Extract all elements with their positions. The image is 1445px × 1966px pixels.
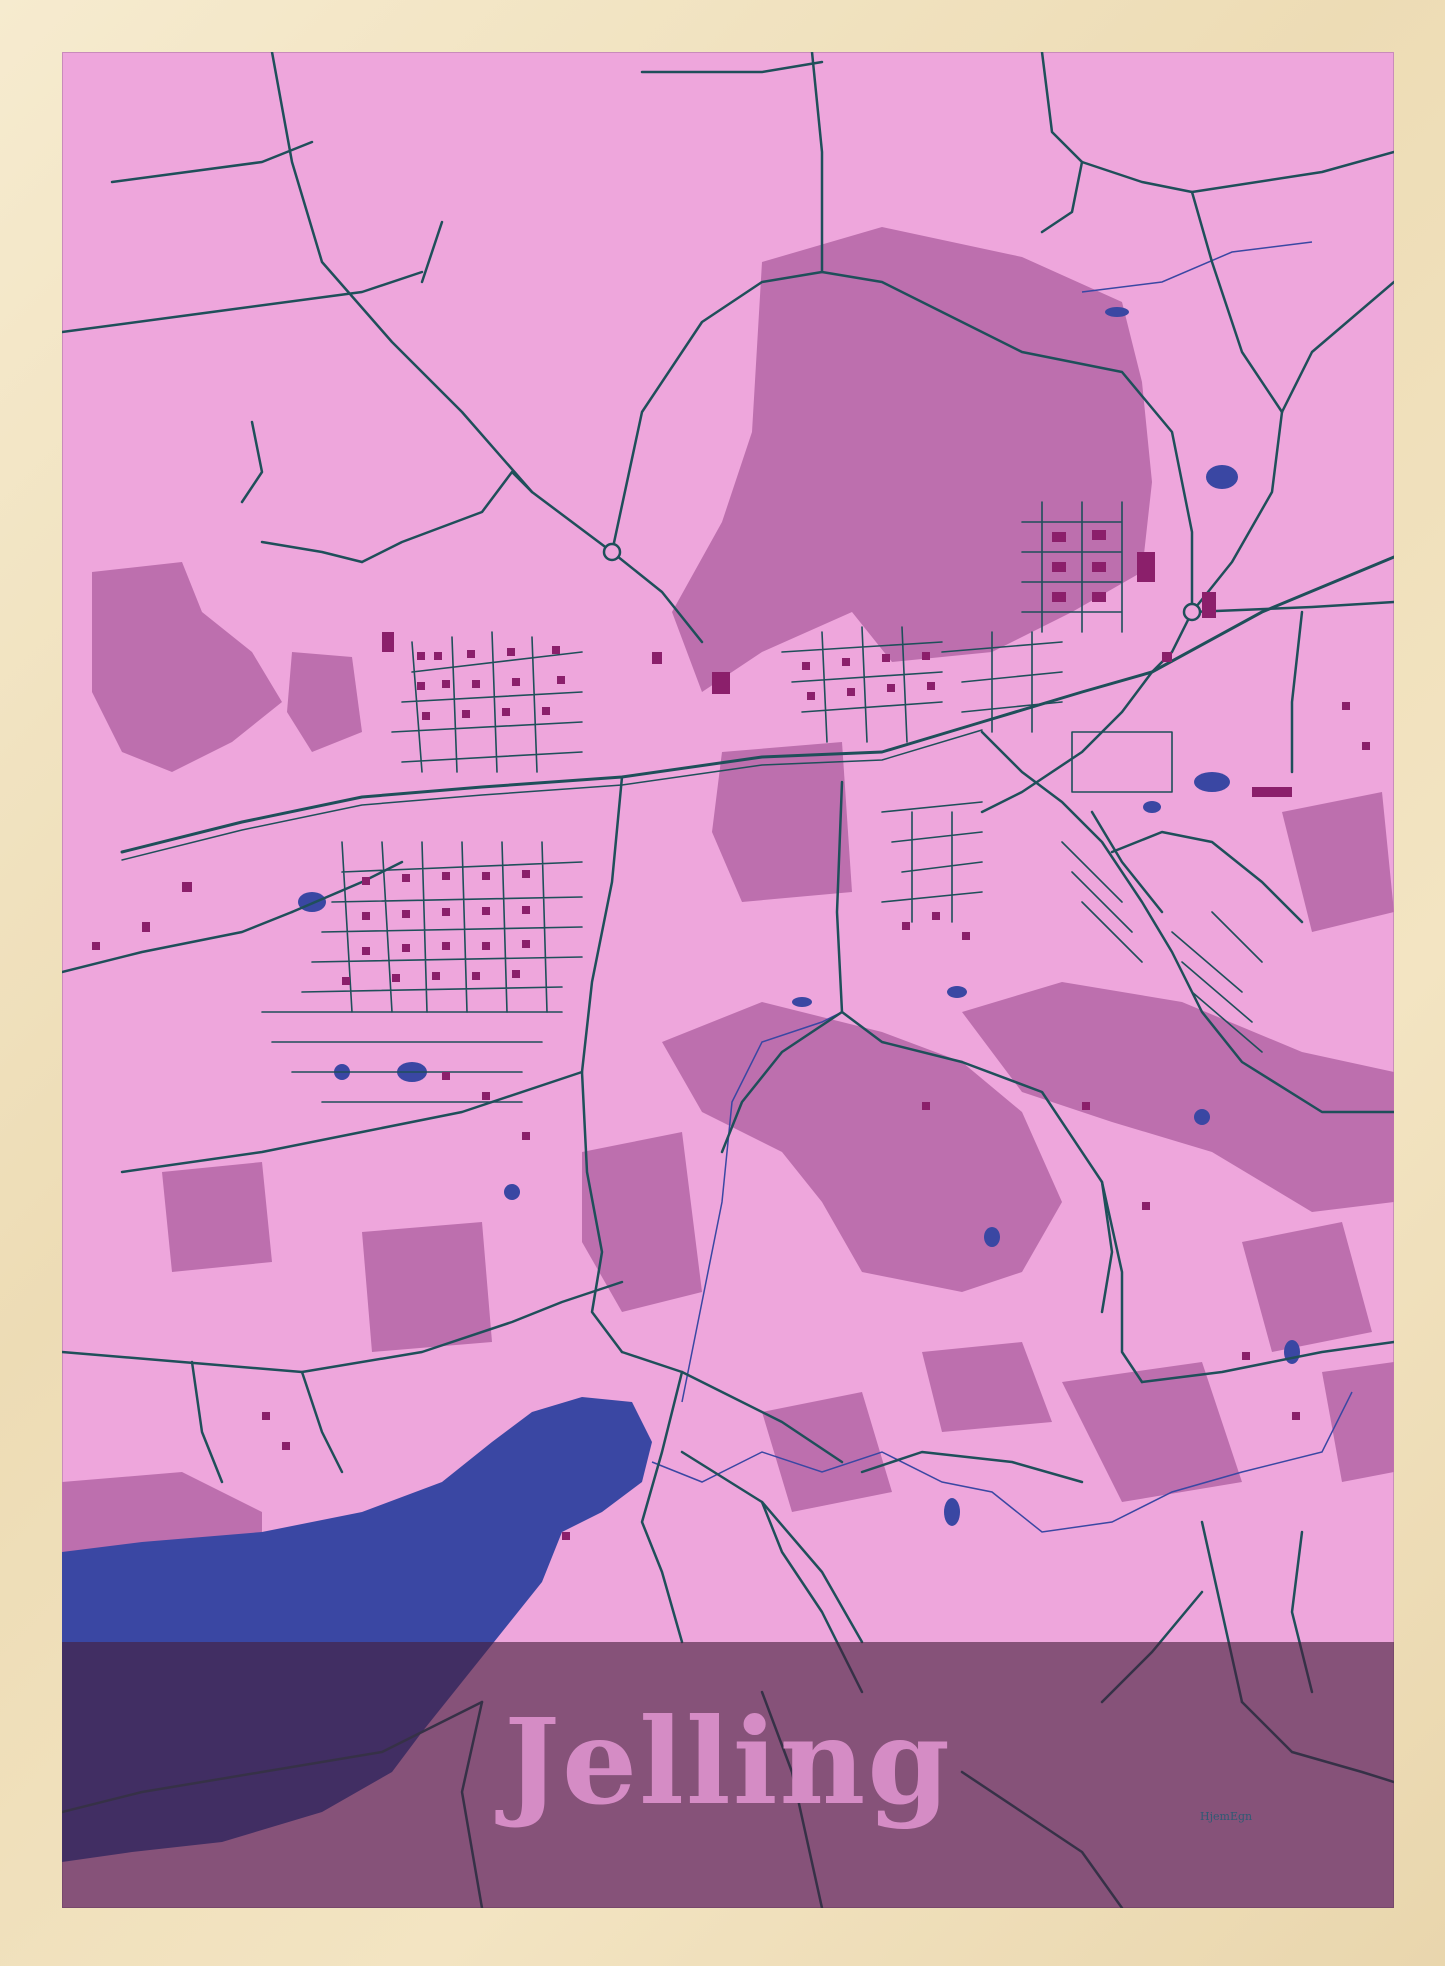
roundabout-east — [1182, 602, 1202, 622]
southeast-far — [1322, 1362, 1394, 1482]
southeast-lower — [1062, 1362, 1242, 1502]
east-block — [1282, 792, 1394, 932]
pond-10 — [984, 1227, 1000, 1247]
south-central-block — [582, 1132, 702, 1312]
central-area — [712, 742, 852, 902]
pond-1 — [1194, 772, 1230, 792]
west-forest-area-2 — [287, 652, 362, 752]
pond-13 — [1284, 1340, 1300, 1364]
pond-12 — [504, 1184, 520, 1200]
map-poster: Jelling HjemEgn — [62, 52, 1394, 1908]
map-graphic — [62, 52, 1394, 1908]
pond-11 — [944, 1498, 960, 1526]
pond-14 — [1194, 1109, 1210, 1125]
wooden-frame: Jelling HjemEgn — [0, 0, 1445, 1966]
pond-2 — [1206, 465, 1238, 489]
southeast-block — [1242, 1222, 1372, 1352]
pond-9 — [792, 997, 812, 1007]
southwest-block-2 — [362, 1222, 492, 1352]
pond-3 — [1105, 307, 1129, 317]
pond-8 — [947, 986, 967, 998]
pond-5 — [298, 892, 326, 912]
poster-title: Jelling — [504, 1692, 952, 1831]
roundabout-north — [602, 542, 622, 562]
southwest-block — [162, 1162, 272, 1272]
brand-mark: HjemEgn — [1200, 1810, 1253, 1823]
west-forest-area — [92, 562, 282, 772]
south-block — [922, 1342, 1052, 1432]
pond-4 — [1143, 801, 1161, 813]
